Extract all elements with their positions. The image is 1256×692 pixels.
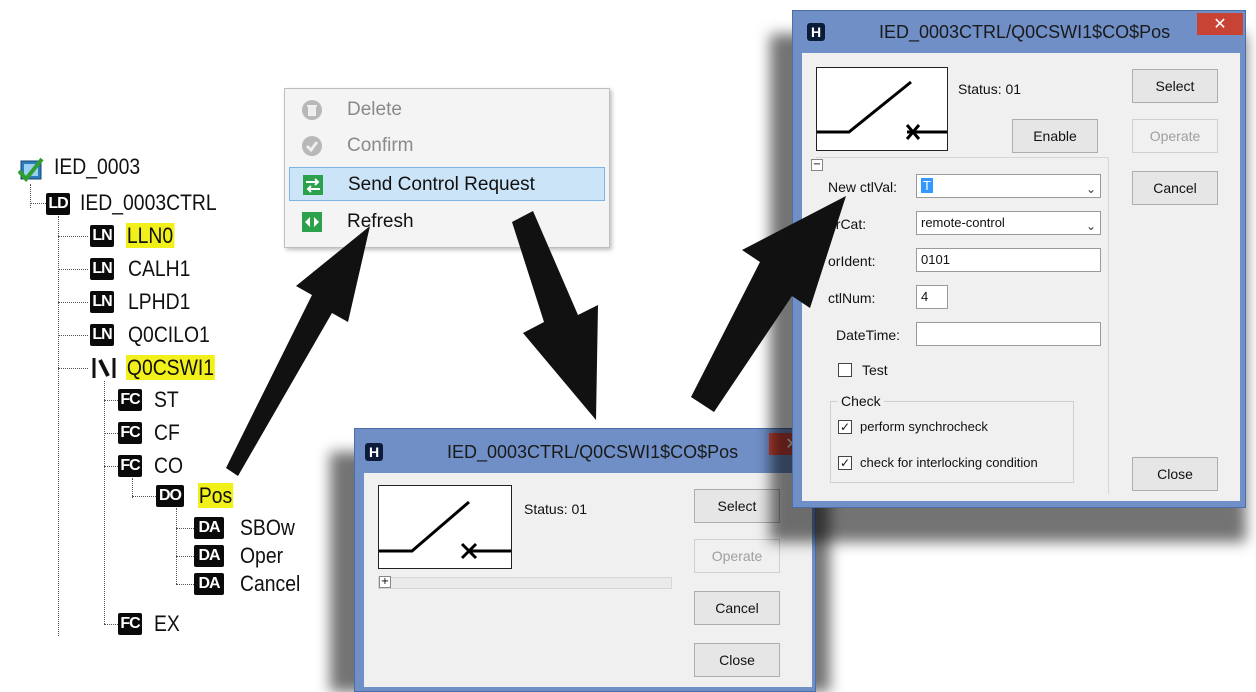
arrow-to-menu (226, 226, 370, 476)
arrow-to-large-dialog (691, 196, 846, 412)
arrow-to-small-dialog (512, 211, 598, 420)
annotation-arrows (226, 196, 846, 476)
